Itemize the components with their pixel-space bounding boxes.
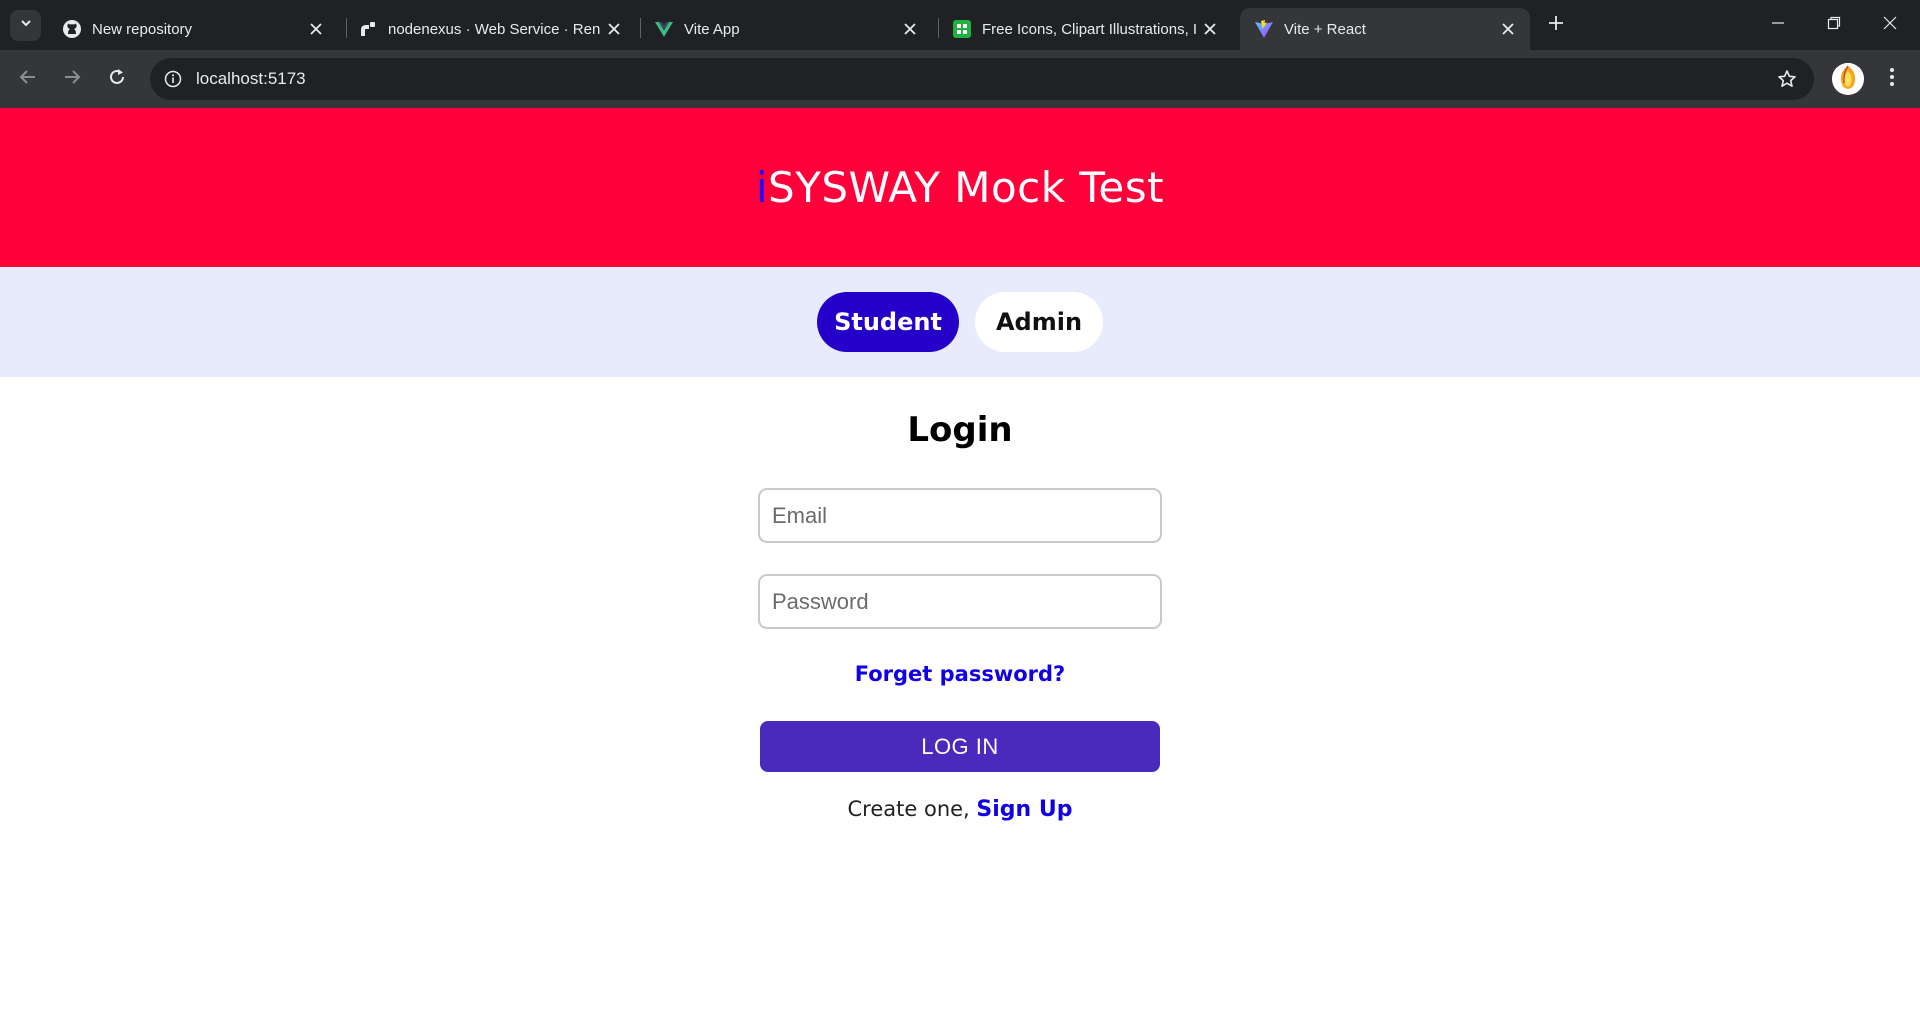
url-text: localhost:5173 [196,69,306,88]
login-button[interactable]: LOG IN [760,721,1160,772]
reload-button[interactable] [101,63,133,95]
signup-prompt: Create one, Sign Up [0,797,1920,822]
tab-title: Free Icons, Clipart Illustrations, I [982,20,1198,38]
site-title-text: SYSWAY Mock Test [768,163,1165,212]
close-icon[interactable] [1498,19,1518,39]
vue-icon [654,19,674,39]
reload-icon [108,68,126,91]
tab-title: Vite App [684,20,740,38]
student-role-button[interactable]: Student [817,292,959,352]
tab-vite-app[interactable]: Vite App [640,8,932,50]
browser-menu-button[interactable] [1880,63,1904,95]
site-info-icon[interactable] [160,66,186,92]
signup-prefix-text: Create one, [847,797,977,821]
vite-icon [1254,19,1274,39]
site-header: iSYSWAY Mock Test [0,108,1920,267]
chevron-down-icon [19,16,33,35]
browser-tabstrip: New repository nodenexus · Web Service ·… [0,0,1920,50]
render-icon [358,19,378,39]
browser-toolbar: localhost:5173 [0,50,1920,108]
tab-free-icons[interactable]: Free Icons, Clipart Illustrations, I [938,8,1232,50]
arrow-right-icon [63,68,81,91]
minimize-button[interactable] [1750,0,1806,50]
tab-title: nodenexus · Web Service · Ren [388,20,601,38]
window-close-button[interactable] [1862,0,1918,50]
login-heading: Login [907,410,1013,450]
back-button[interactable] [12,63,44,95]
more-vertical-icon [1889,67,1895,92]
close-icon[interactable] [306,19,326,39]
tab-new-repository[interactable]: New repository [48,8,338,50]
tab-search-button[interactable] [10,10,41,41]
forgot-password-link[interactable]: Forget password? [855,662,1066,686]
close-icon[interactable] [1200,19,1220,39]
admin-role-button[interactable]: Admin [975,292,1103,352]
plus-icon [1548,15,1564,36]
minimize-icon [1771,16,1785,35]
sign-up-link[interactable]: Sign Up [976,797,1072,822]
github-icon [62,19,82,39]
arrow-left-icon [19,68,37,91]
icons8-icon [952,19,972,39]
tab-title: Vite + React [1284,20,1366,38]
tab-title: New repository [92,20,193,38]
site-title-accent: i [755,163,769,212]
tab-vite-react[interactable]: Vite + React [1240,8,1530,50]
address-bar[interactable]: localhost:5173 [150,58,1814,100]
close-icon[interactable] [604,19,624,39]
email-field[interactable] [758,488,1162,543]
avatar-icon [1832,63,1864,95]
restore-button[interactable] [1806,0,1862,50]
tab-nodenexus[interactable]: nodenexus · Web Service · Ren [344,8,636,50]
close-icon[interactable] [900,19,920,39]
forward-button[interactable] [56,63,88,95]
forgot-password-row: Forget password? [0,662,1920,686]
close-icon [1883,16,1897,35]
restore-icon [1827,16,1841,35]
site-title: iSYSWAY Mock Test [756,163,1164,212]
role-selector: Student Admin [0,267,1920,377]
bookmark-star-icon[interactable] [1776,68,1798,90]
password-field[interactable] [758,574,1162,629]
new-tab-button[interactable] [1544,13,1568,37]
profile-avatar[interactable] [1832,63,1864,95]
